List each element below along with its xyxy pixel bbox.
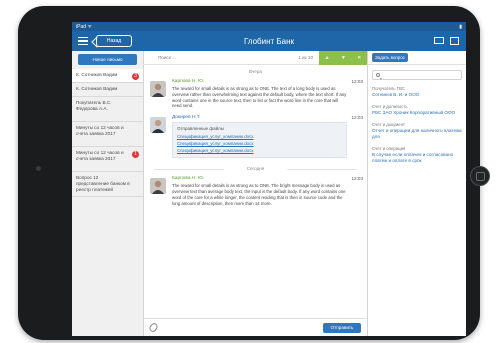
paperclip-icon[interactable]	[148, 321, 159, 334]
app-screen: iPad ᯤ ▮ Назад Глобинт Банк Новое письмо…	[72, 22, 466, 336]
message-input[interactable]	[162, 322, 318, 333]
message: Карпова Н. Ю. The reward for small detai…	[144, 77, 367, 113]
message-time: 12:03	[351, 79, 364, 84]
window-icon[interactable]	[450, 37, 459, 45]
list-item[interactable]: К. Сотников Вадим 3	[72, 69, 143, 83]
list-item-label: Минуты со 12 часов и счета заявка 2017	[76, 125, 124, 136]
ask-question-button[interactable]: Задать вопрос	[372, 53, 408, 62]
avatar	[150, 178, 166, 195]
list-item-label: Вопрос 12 представление банком в реестр …	[76, 175, 130, 192]
info-value[interactable]: Сотников В. И. и ООО	[372, 92, 462, 98]
attachment-link[interactable]: Спецификация_услуг_компании.docx	[177, 147, 342, 154]
attachments-title: Отправленные файлы	[177, 126, 224, 132]
mail-icon[interactable]	[434, 37, 444, 44]
search-navigation: ▲ ▼ ✕	[319, 50, 367, 65]
message-text: The reward for small details is as stron…	[172, 183, 346, 206]
day-divider: Сегодня	[144, 166, 367, 171]
list-item-label: Минуты со 12 часов и счета заявка 2017	[76, 150, 124, 161]
message-author: Докирев Н.Т.	[172, 115, 201, 121]
message-time: 12:03	[351, 115, 364, 121]
info-value[interactable]: РБС ЗАО Хроник Корпоративный ООО	[372, 110, 462, 116]
message-time: 12:03	[351, 176, 364, 182]
send-button[interactable]: Отправить	[323, 322, 361, 333]
unread-badge: 3	[132, 73, 139, 80]
status-left: iPad ᯤ	[76, 23, 92, 30]
attachment-link[interactable]: Спецификация_услуг_компании.docx	[177, 140, 342, 147]
home-button[interactable]	[470, 166, 490, 186]
message: Карпова Н. Ю. The reward for small detai…	[144, 174, 367, 210]
conversation-list: Новое письмо К. Сотников Вадим 3 К. Сотн…	[72, 51, 144, 336]
chat-search-input[interactable]: Поиск ...	[144, 55, 298, 60]
details-panel: Задать вопрос Получатель ГВС Сотников В.…	[368, 51, 466, 336]
day-divider: Вчера	[249, 69, 262, 74]
message: Докирев Н.Т. Отправленные файлы Специфик…	[144, 113, 367, 162]
menu-icon[interactable]	[78, 37, 88, 45]
list-item[interactable]: Покупатель В.С. Федорова А.А.	[72, 97, 143, 122]
search-icon	[376, 73, 380, 77]
battery-icon: ▮	[459, 23, 462, 30]
info-block: Получатель ГВС Сотников В. И. и ООО	[368, 86, 466, 98]
list-item-label: Покупатель В.С. Федорова А.А.	[76, 100, 112, 111]
chat-search-bar: Поиск ... 1 из 10 ▲ ▼ ✕	[144, 50, 367, 65]
list-item[interactable]: Вопрос 12 представление банком в реестр …	[72, 172, 143, 197]
new-message-button[interactable]: Новое письмо	[78, 54, 137, 65]
list-item-label: К. Сотников Вадим	[76, 86, 118, 91]
arrow-up-icon[interactable]: ▲	[325, 55, 330, 61]
message-author: Карпова Н. Ю.	[172, 79, 205, 84]
chat-panel: Поиск ... 1 из 10 ▲ ▼ ✕ Вчера Карпова Н.…	[144, 50, 368, 336]
tablet-frame: iPad ᯤ ▮ Назад Глобинт Банк Новое письмо…	[18, 6, 490, 340]
info-value[interactable]: Отчет и операции для наличного платежа д…	[372, 128, 462, 140]
compose-bar: Отправить	[144, 318, 367, 336]
status-bar: iPad ᯤ ▮	[72, 22, 466, 31]
back-button[interactable]: Назад	[96, 35, 132, 47]
list-item[interactable]: Минуты со 12 часов и счета заявка 2017	[72, 122, 143, 147]
list-item-label: К. Сотников Вадим	[76, 72, 118, 77]
search-result-count: 1 из 10	[298, 55, 313, 60]
top-bar: Назад Глобинт Банк	[72, 31, 466, 51]
info-value[interactable]: В случае если оплачен и согласовано плат…	[372, 152, 462, 164]
details-search-input[interactable]	[372, 70, 462, 80]
camera-icon	[36, 166, 41, 171]
details-header: Задать вопрос	[368, 51, 466, 65]
message-author: Карпова Н. Ю.	[172, 176, 205, 182]
close-icon[interactable]: ✕	[357, 55, 361, 61]
message-text: The reward for small details is as stron…	[172, 86, 347, 109]
info-block: Счет и операция В случае если оплачен и …	[368, 146, 466, 164]
attachments-box: Отправленные файлы Спецификация_услуг_ко…	[172, 122, 347, 159]
unread-badge: 1	[132, 151, 139, 158]
list-item[interactable]: К. Сотников Вадим	[72, 83, 143, 97]
avatar	[150, 117, 166, 134]
attachment-link[interactable]: Спецификация_услуг_компании.docx	[177, 133, 342, 140]
info-block: Счет и документ Отчет и операции для нал…	[368, 122, 466, 140]
list-item[interactable]: Минуты со 12 часов и счета заявка 2017 1	[72, 147, 143, 172]
arrow-down-icon[interactable]: ▼	[341, 55, 346, 61]
main-area: Новое письмо К. Сотников Вадим 3 К. Сотн…	[72, 50, 466, 336]
avatar	[150, 81, 166, 97]
info-block: Счет и должность РБС ЗАО Хроник Корпорат…	[368, 104, 466, 116]
